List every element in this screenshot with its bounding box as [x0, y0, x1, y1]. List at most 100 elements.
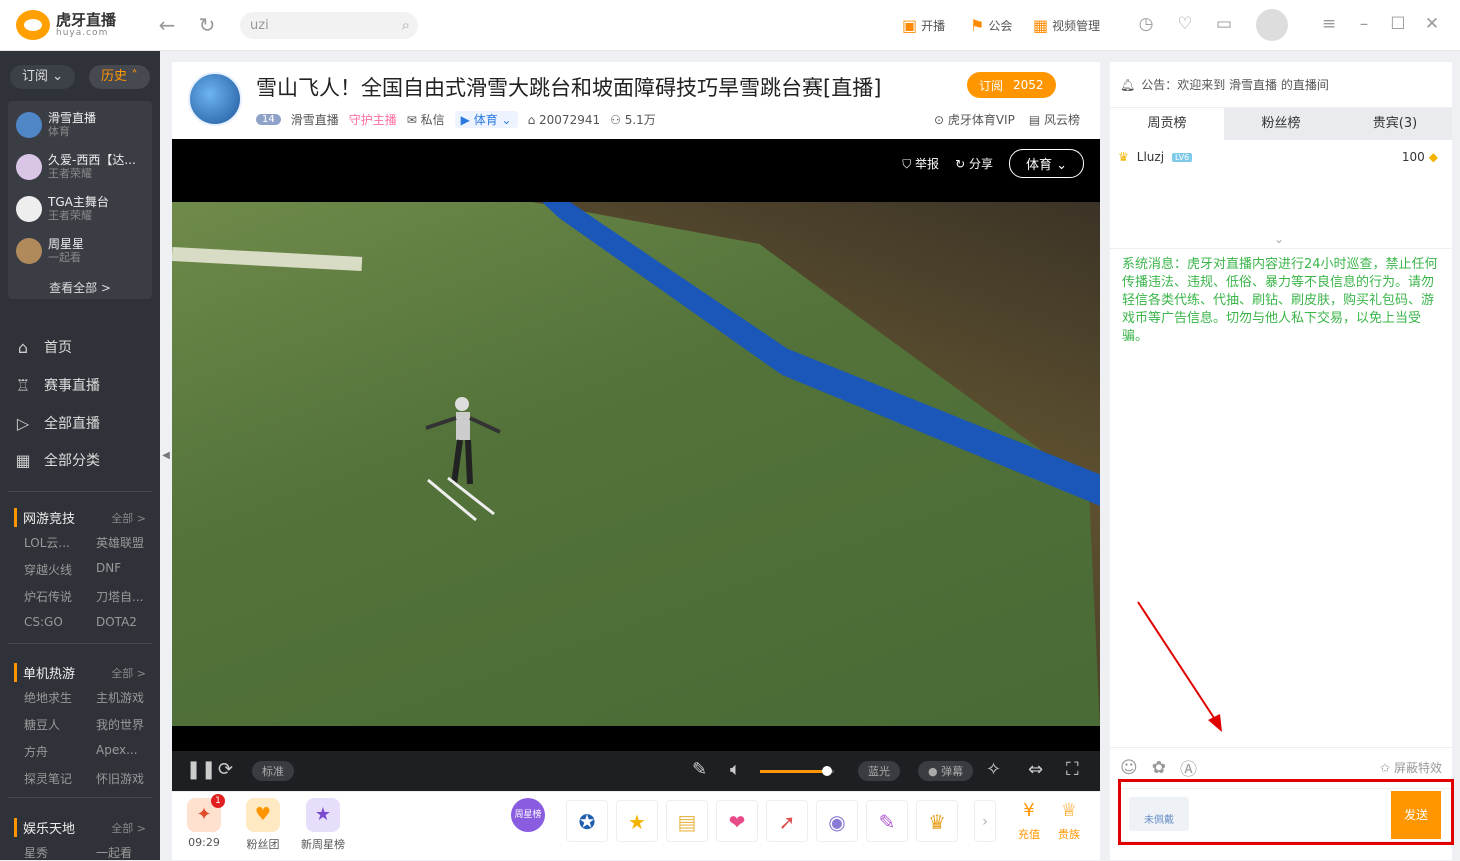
start-broadcast-link[interactable]: ▣ 开播 — [902, 16, 945, 35]
section-all-link[interactable]: 全部 > — [111, 510, 146, 526]
share-button[interactable]: ↻ 分享 — [955, 155, 993, 172]
weekly-star-entry[interactable]: ★ 新周星榜 — [296, 798, 350, 852]
category-link[interactable]: 方舟 — [24, 743, 96, 760]
category-link[interactable]: 怀旧游戏 — [96, 770, 156, 787]
rank-row[interactable]: ♛ Lluzj LV6 100 ◆ — [1118, 150, 1438, 164]
category-link[interactable]: 糖豆人 — [24, 716, 96, 733]
subscribe-button[interactable]: 订阅 2052 — [967, 72, 1056, 98]
video-manage-link[interactable]: ▦ 视频管理 — [1033, 16, 1100, 35]
gift-item[interactable]: ✎ — [866, 800, 908, 842]
room-id-value: 20072941 — [539, 112, 601, 127]
report-button[interactable]: ⛉ 举报 — [902, 155, 939, 172]
user-avatar[interactable] — [1256, 9, 1288, 41]
bluray-button[interactable]: 蓝光 — [858, 761, 900, 781]
gift-next-icon[interactable]: › — [974, 800, 996, 842]
category-dropdown[interactable]: 体育 ⌄ — [1008, 149, 1084, 178]
danmaku-settings-icon[interactable]: ✎ — [692, 759, 707, 780]
treasure-chest[interactable]: ✦ 1 09:29 — [184, 794, 225, 849]
tab-subscribe[interactable]: 订阅 ⌄ — [10, 65, 76, 89]
category-link[interactable]: Apex... — [96, 743, 156, 760]
video-player[interactable]: ⛉ 举报 ↻ 分享 体育 ⌄ ❚❚ ⟳ 标准 ✎ 🔈︎ 蓝光 ● 弹幕 ✧ ⇔ … — [172, 139, 1100, 791]
anchor-avatar[interactable] — [188, 72, 242, 126]
nav-events[interactable]: ♖ 赛事直播 — [14, 375, 100, 395]
volume-knob[interactable] — [821, 766, 832, 776]
category-link[interactable]: 英雄联盟 — [96, 534, 156, 551]
history-item[interactable]: 滑雪直播 体育 — [16, 111, 146, 139]
guild-link[interactable]: ⚑ 公会 — [970, 16, 1012, 35]
tab-weekly-contribution[interactable]: 周贡榜 — [1110, 108, 1224, 140]
noble-button[interactable]: ♕ 贵族 — [1052, 798, 1086, 842]
gift-item[interactable]: ➚ — [766, 800, 808, 842]
effects-icon[interactable]: ✧ — [986, 759, 1001, 780]
gift-item[interactable]: ✪ — [566, 800, 608, 842]
danmaku-toggle[interactable]: ● 弹幕 — [918, 761, 974, 781]
private-message-link[interactable]: ✉ 私信 — [407, 111, 445, 128]
category-link[interactable]: 探灵笔记 — [24, 770, 96, 787]
heart-icon[interactable]: ♡ — [1174, 14, 1196, 34]
category-link[interactable]: DOTA2 — [96, 615, 156, 629]
nav-all-live[interactable]: ▷ 全部直播 — [14, 413, 100, 433]
trophy-gift-icon: ♛ — [928, 810, 946, 834]
history-item[interactable]: TGA主舞台 王者荣耀 — [16, 195, 146, 223]
huya-logo[interactable]: 虎牙直播 huya.com — [16, 10, 116, 40]
section-all-link[interactable]: 全部 > — [111, 820, 146, 836]
fans-group-entry[interactable]: ♥ 粉丝团 — [242, 798, 284, 852]
history-item[interactable]: 久爱-西西【达... 王者荣耀 — [16, 153, 146, 181]
search-input[interactable]: uzi ⌕ — [240, 12, 418, 39]
category-link[interactable]: 绝地求生 — [24, 689, 96, 706]
volume-slider[interactable] — [760, 766, 834, 776]
gift-item[interactable]: ◉ — [816, 800, 858, 842]
sidebar-collapse-icon[interactable]: ◀ — [160, 440, 172, 472]
tv-icon: ▶ — [460, 113, 474, 127]
refresh-icon[interactable]: ↻ — [196, 14, 218, 36]
menu-icon[interactable]: ≡ — [1318, 14, 1340, 34]
vip-link[interactable]: ⊙ 虎牙体育VIP — [934, 111, 1015, 128]
minimize-icon[interactable]: – — [1353, 14, 1375, 34]
category-link[interactable]: 主机游戏 — [96, 689, 156, 706]
search-icon[interactable]: ⌕ — [402, 12, 410, 39]
reload-icon[interactable]: ⟳ — [218, 759, 233, 780]
tab-vip[interactable]: 贵宾(3) — [1338, 108, 1452, 140]
block-effects-button[interactable]: ✩ 屏蔽特效 — [1380, 759, 1442, 776]
category-link[interactable]: 穿越火线 — [24, 561, 96, 578]
category-link[interactable]: 星秀 — [24, 844, 96, 861]
message-icon[interactable]: ▭ — [1213, 14, 1235, 34]
widescreen-icon[interactable]: ⇔ — [1028, 759, 1043, 780]
nav-home[interactable]: ⌂ 首页 — [14, 337, 72, 357]
recharge-button[interactable]: ¥ 充值 — [1012, 798, 1046, 842]
gift-item[interactable]: ★ — [616, 800, 658, 842]
category-tag[interactable]: ▶ 体育 ⌄ — [454, 111, 518, 128]
pause-icon[interactable]: ❚❚ — [186, 759, 216, 780]
category-link[interactable]: 炉石传说 — [24, 588, 96, 605]
category-link[interactable]: 我的世界 — [96, 716, 156, 733]
category-link[interactable]: LOL云... — [24, 534, 96, 551]
close-icon[interactable]: ✕ — [1421, 14, 1443, 34]
palette-icon[interactable]: ✿ — [1152, 758, 1166, 778]
expand-rank-icon[interactable]: ⌄ — [1274, 232, 1284, 246]
category-link[interactable]: DNF — [96, 561, 156, 578]
volume-icon[interactable]: 🔈︎ — [730, 759, 741, 780]
category-link[interactable]: CS:GO — [24, 615, 96, 629]
category-link[interactable]: 一起看 — [96, 844, 156, 861]
text-style-icon[interactable]: Ⓐ — [1180, 755, 1197, 780]
nav-all-categories[interactable]: ▦ 全部分类 — [14, 450, 100, 470]
tab-fans[interactable]: 粉丝榜 — [1224, 108, 1338, 140]
section-all-link[interactable]: 全部 > — [111, 665, 146, 681]
back-icon[interactable]: ← — [156, 14, 178, 36]
anchor-name[interactable]: 滑雪直播 — [291, 111, 339, 128]
rank-link[interactable]: ▤ 风云榜 — [1029, 111, 1080, 128]
gift-item[interactable]: ♛ — [916, 800, 958, 842]
fullscreen-icon[interactable]: ⛶ — [1066, 759, 1079, 780]
guard-anchor-link[interactable]: 守护主播 — [349, 111, 397, 128]
maximize-icon[interactable]: ☐ — [1387, 14, 1409, 34]
tab-history[interactable]: 历史 ˄ — [89, 65, 150, 89]
see-all-link[interactable]: 查看全部 > — [8, 279, 152, 296]
category-link[interactable]: 刀塔自... — [96, 588, 156, 605]
weekly-star-rank[interactable]: 周星榜 — [508, 798, 548, 836]
quality-button[interactable]: 标准 — [252, 761, 294, 781]
history-item[interactable]: 周星星 一起看 — [16, 237, 146, 265]
gift-item[interactable]: ❤ — [716, 800, 758, 842]
history-clock-icon[interactable]: ◷ — [1135, 14, 1157, 34]
emoji-icon[interactable]: ☺ — [1120, 758, 1138, 778]
gift-item[interactable]: ▤ — [666, 800, 708, 842]
